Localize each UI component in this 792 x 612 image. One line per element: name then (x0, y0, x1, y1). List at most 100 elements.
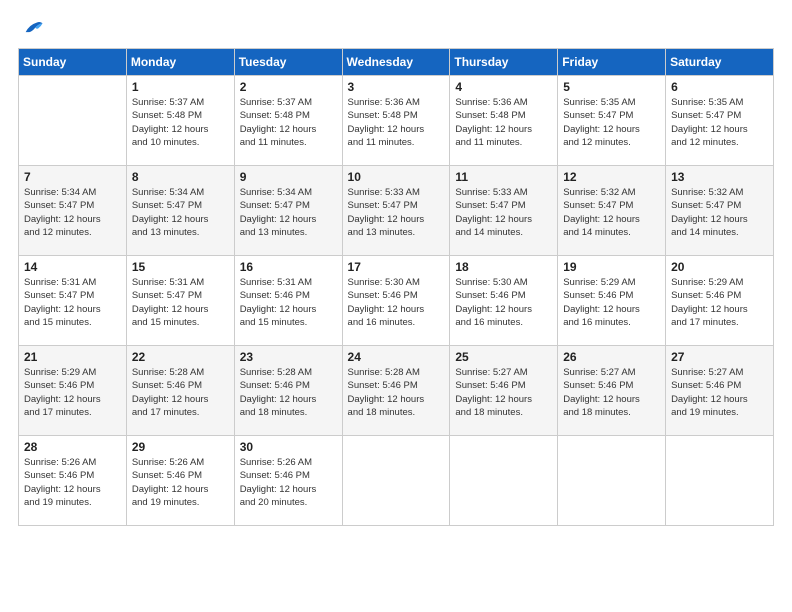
day-number: 6 (671, 80, 768, 94)
calendar-week-4: 21Sunrise: 5:29 AM Sunset: 5:46 PM Dayli… (19, 346, 774, 436)
calendar-cell: 8 Sunrise: 5:34 AM Sunset: 5:47 PM Daylig… (126, 166, 234, 256)
calendar-header-sunday: Sunday (19, 49, 127, 76)
calendar-cell: 11 Sunrise: 5:33 AM Sunset: 5:47 PM Dayli… (450, 166, 558, 256)
calendar-cell (19, 76, 127, 166)
day-number: 1 (132, 80, 229, 94)
calendar-header-saturday: Saturday (666, 49, 774, 76)
day-number: 20 (671, 260, 768, 274)
calendar-cell: 22 Sunrise: 5:28 AM Sunset: 5:46 PM Dayli… (126, 346, 234, 436)
day-info: Sunrise: 5:33 AM Sunset: 5:47 PM Dayligh… (348, 186, 445, 239)
calendar-cell: 24 Sunrise: 5:28 AM Sunset: 5:46 PM Dayli… (342, 346, 450, 436)
calendar-week-1: 1 Sunrise: 5:37 AM Sunset: 5:48 PM Daylig… (19, 76, 774, 166)
calendar-cell: 13 Sunrise: 5:32 AM Sunset: 5:47 PM Dayli… (666, 166, 774, 256)
day-info: Sunrise: 5:32 AM Sunset: 5:47 PM Dayligh… (671, 186, 768, 239)
calendar-cell: 15Sunrise: 5:31 AM Sunset: 5:47 PM Dayli… (126, 256, 234, 346)
calendar-header-monday: Monday (126, 49, 234, 76)
day-info: Sunrise: 5:34 AM Sunset: 5:47 PM Dayligh… (240, 186, 337, 239)
calendar-week-2: 7 Sunrise: 5:34 AM Sunset: 5:47 PM Daylig… (19, 166, 774, 256)
calendar-cell: 14 Sunrise: 5:31 AM Sunset: 5:47 PM Dayli… (19, 256, 127, 346)
calendar-cell: 17 Sunrise: 5:30 AM Sunset: 5:46 PM Dayli… (342, 256, 450, 346)
day-number: 12 (563, 170, 660, 184)
calendar-cell: 2 Sunrise: 5:37 AM Sunset: 5:48 PM Daylig… (234, 76, 342, 166)
calendar-cell: 20Sunrise: 5:29 AM Sunset: 5:46 PM Dayli… (666, 256, 774, 346)
page: SundayMondayTuesdayWednesdayThursdayFrid… (0, 0, 792, 612)
calendar-table: SundayMondayTuesdayWednesdayThursdayFrid… (18, 48, 774, 526)
day-info: Sunrise: 5:35 AM Sunset: 5:47 PM Dayligh… (563, 96, 660, 149)
day-info: Sunrise: 5:36 AM Sunset: 5:48 PM Dayligh… (348, 96, 445, 149)
day-number: 23 (240, 350, 337, 364)
calendar-cell: 4 Sunrise: 5:36 AM Sunset: 5:48 PM Daylig… (450, 76, 558, 166)
day-info: Sunrise: 5:26 AM Sunset: 5:46 PM Dayligh… (240, 456, 337, 509)
day-number: 2 (240, 80, 337, 94)
day-number: 28 (24, 440, 121, 454)
day-number: 17 (348, 260, 445, 274)
calendar-cell (666, 436, 774, 526)
day-number: 7 (24, 170, 121, 184)
day-info: Sunrise: 5:26 AM Sunset: 5:46 PM Dayligh… (24, 456, 121, 509)
day-info: Sunrise: 5:28 AM Sunset: 5:46 PM Dayligh… (132, 366, 229, 419)
calendar-cell: 27Sunrise: 5:27 AM Sunset: 5:46 PM Dayli… (666, 346, 774, 436)
calendar-header-wednesday: Wednesday (342, 49, 450, 76)
day-info: Sunrise: 5:35 AM Sunset: 5:47 PM Dayligh… (671, 96, 768, 149)
calendar-cell: 29 Sunrise: 5:26 AM Sunset: 5:46 PM Dayli… (126, 436, 234, 526)
calendar-cell (450, 436, 558, 526)
day-number: 29 (132, 440, 229, 454)
calendar-cell (558, 436, 666, 526)
day-info: Sunrise: 5:36 AM Sunset: 5:48 PM Dayligh… (455, 96, 552, 149)
day-number: 16 (240, 260, 337, 274)
calendar-cell: 19Sunrise: 5:29 AM Sunset: 5:46 PM Dayli… (558, 256, 666, 346)
day-info: Sunrise: 5:27 AM Sunset: 5:46 PM Dayligh… (563, 366, 660, 419)
day-number: 11 (455, 170, 552, 184)
day-number: 27 (671, 350, 768, 364)
calendar-header-row: SundayMondayTuesdayWednesdayThursdayFrid… (19, 49, 774, 76)
day-number: 3 (348, 80, 445, 94)
day-number: 24 (348, 350, 445, 364)
day-info: Sunrise: 5:31 AM Sunset: 5:47 PM Dayligh… (132, 276, 229, 329)
day-info: Sunrise: 5:29 AM Sunset: 5:46 PM Dayligh… (24, 366, 121, 419)
calendar-header-friday: Friday (558, 49, 666, 76)
day-number: 14 (24, 260, 121, 274)
day-number: 22 (132, 350, 229, 364)
calendar-cell: 28 Sunrise: 5:26 AM Sunset: 5:46 PM Dayli… (19, 436, 127, 526)
calendar-cell: 7 Sunrise: 5:34 AM Sunset: 5:47 PM Daylig… (19, 166, 127, 256)
calendar-cell: 1 Sunrise: 5:37 AM Sunset: 5:48 PM Daylig… (126, 76, 234, 166)
day-info: Sunrise: 5:37 AM Sunset: 5:48 PM Dayligh… (240, 96, 337, 149)
day-info: Sunrise: 5:33 AM Sunset: 5:47 PM Dayligh… (455, 186, 552, 239)
day-info: Sunrise: 5:30 AM Sunset: 5:46 PM Dayligh… (455, 276, 552, 329)
day-number: 4 (455, 80, 552, 94)
calendar-cell: 10 Sunrise: 5:33 AM Sunset: 5:47 PM Dayli… (342, 166, 450, 256)
day-info: Sunrise: 5:28 AM Sunset: 5:46 PM Dayligh… (240, 366, 337, 419)
day-info: Sunrise: 5:34 AM Sunset: 5:47 PM Dayligh… (24, 186, 121, 239)
calendar-cell: 26 Sunrise: 5:27 AM Sunset: 5:46 PM Dayli… (558, 346, 666, 436)
day-info: Sunrise: 5:28 AM Sunset: 5:46 PM Dayligh… (348, 366, 445, 419)
day-info: Sunrise: 5:32 AM Sunset: 5:47 PM Dayligh… (563, 186, 660, 239)
header (18, 18, 774, 36)
day-info: Sunrise: 5:30 AM Sunset: 5:46 PM Dayligh… (348, 276, 445, 329)
calendar-cell: 12 Sunrise: 5:32 AM Sunset: 5:47 PM Dayli… (558, 166, 666, 256)
day-number: 10 (348, 170, 445, 184)
calendar-body: 1 Sunrise: 5:37 AM Sunset: 5:48 PM Daylig… (19, 76, 774, 526)
calendar-cell: 9 Sunrise: 5:34 AM Sunset: 5:47 PM Daylig… (234, 166, 342, 256)
day-info: Sunrise: 5:26 AM Sunset: 5:46 PM Dayligh… (132, 456, 229, 509)
day-info: Sunrise: 5:31 AM Sunset: 5:47 PM Dayligh… (24, 276, 121, 329)
calendar-cell: 3 Sunrise: 5:36 AM Sunset: 5:48 PM Daylig… (342, 76, 450, 166)
day-number: 18 (455, 260, 552, 274)
day-number: 5 (563, 80, 660, 94)
day-info: Sunrise: 5:31 AM Sunset: 5:46 PM Dayligh… (240, 276, 337, 329)
day-number: 25 (455, 350, 552, 364)
day-number: 26 (563, 350, 660, 364)
day-number: 8 (132, 170, 229, 184)
calendar-cell: 6 Sunrise: 5:35 AM Sunset: 5:47 PM Daylig… (666, 76, 774, 166)
day-number: 13 (671, 170, 768, 184)
calendar-cell: 18 Sunrise: 5:30 AM Sunset: 5:46 PM Dayli… (450, 256, 558, 346)
calendar-cell: 21Sunrise: 5:29 AM Sunset: 5:46 PM Dayli… (19, 346, 127, 436)
day-info: Sunrise: 5:29 AM Sunset: 5:46 PM Dayligh… (563, 276, 660, 329)
day-number: 9 (240, 170, 337, 184)
day-info: Sunrise: 5:34 AM Sunset: 5:47 PM Dayligh… (132, 186, 229, 239)
calendar-header-tuesday: Tuesday (234, 49, 342, 76)
calendar-header-thursday: Thursday (450, 49, 558, 76)
calendar-week-3: 14 Sunrise: 5:31 AM Sunset: 5:47 PM Dayli… (19, 256, 774, 346)
calendar-cell: 30Sunrise: 5:26 AM Sunset: 5:46 PM Dayli… (234, 436, 342, 526)
logo (18, 18, 44, 36)
day-info: Sunrise: 5:37 AM Sunset: 5:48 PM Dayligh… (132, 96, 229, 149)
